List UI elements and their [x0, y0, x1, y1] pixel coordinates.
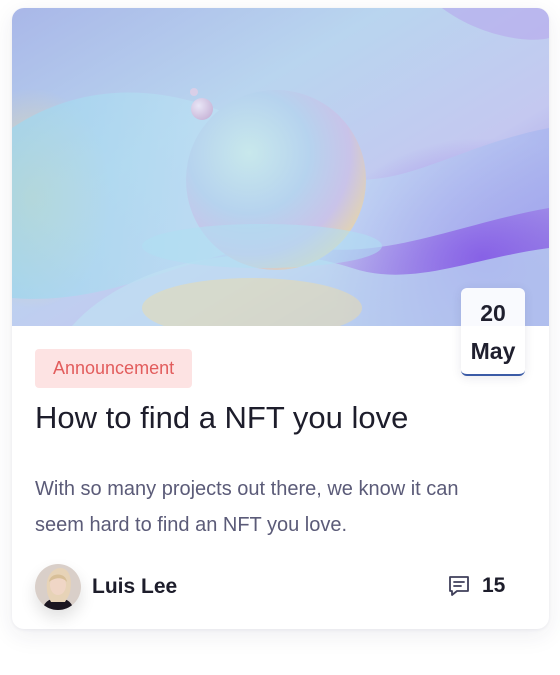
- card-description: With so many projects out there, we know…: [35, 478, 459, 536]
- blog-card[interactable]: 20 May Announcement How to find a NFT yo…: [12, 8, 549, 629]
- author-name[interactable]: Luis Lee: [92, 575, 177, 599]
- comment-count: 15: [482, 574, 506, 597]
- avatar-icon[interactable]: [35, 564, 81, 610]
- date-badge: 20 May: [461, 288, 525, 376]
- comments[interactable]: 15: [446, 570, 505, 602]
- comment-icon[interactable]: [446, 573, 472, 599]
- card-title[interactable]: How to find a NFT you love: [35, 400, 408, 436]
- category-tag[interactable]: Announcement: [35, 349, 193, 388]
- author[interactable]: Luis Lee: [35, 564, 177, 610]
- hero-image[interactable]: [12, 8, 549, 326]
- date-month: May: [470, 338, 516, 364]
- date-day: 20: [480, 300, 506, 326]
